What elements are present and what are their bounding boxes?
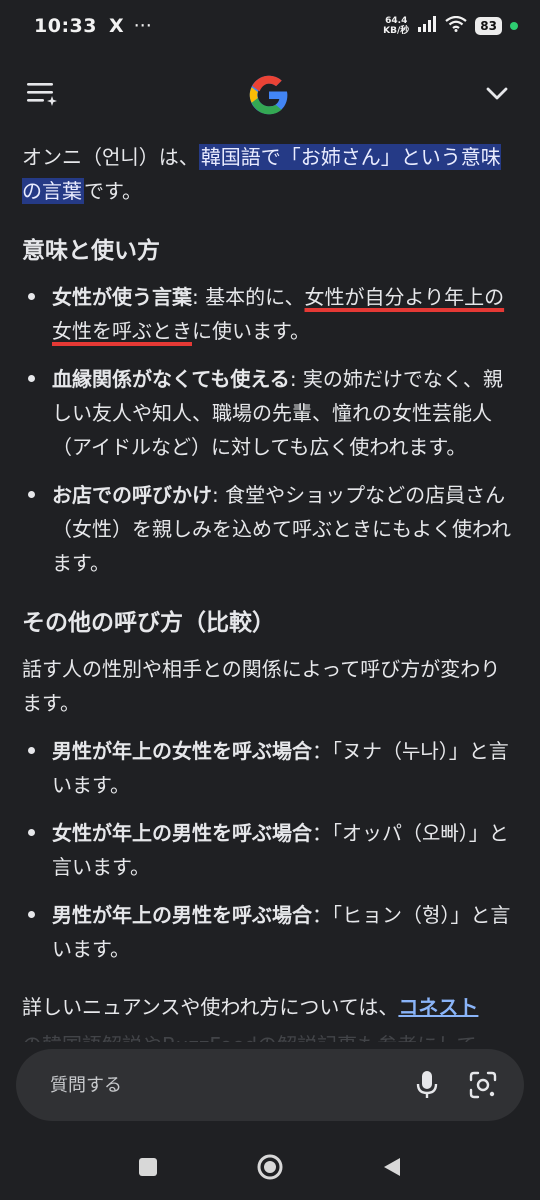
back-button[interactable] [377, 1152, 407, 1182]
triangle-back-icon [384, 1158, 400, 1176]
microphone-icon [416, 1071, 438, 1098]
menu-button[interactable] [24, 76, 60, 112]
battery-indicator: 83 [475, 17, 502, 35]
privacy-dot-icon [510, 22, 518, 30]
signal-icon [417, 15, 437, 37]
ask-input[interactable] [48, 1073, 386, 1097]
collapse-button[interactable] [482, 78, 512, 108]
app-header [0, 60, 540, 130]
voice-search-button[interactable] [412, 1070, 442, 1100]
source-link[interactable]: コネスト [398, 995, 478, 1019]
list-item: 女性が年上の男性を呼ぶ場合：「オッパ（오빠）」と言います。 [28, 816, 518, 884]
ask-bar [16, 1049, 524, 1121]
lens-search-button[interactable] [468, 1070, 498, 1100]
chevron-down-icon [486, 87, 508, 100]
x-app-icon: X [108, 15, 124, 37]
wifi-icon [445, 15, 467, 37]
footer-paragraph: 詳しいニュアンスや使われ方については、コネスト [22, 995, 479, 1019]
comparison-intro: 話す人の性別や相手との関係によって呼び方が変わります。 [22, 657, 501, 715]
meaning-list: 女性が使う言葉: 基本的に、女性が自分より年上の女性を呼ぶときに使います。 血縁… [22, 280, 518, 580]
google-g-logo[interactable] [248, 74, 290, 116]
comparison-list: 男性が年上の女性を呼ぶ場合：「ヌナ（누나）」と言います。 女性が年上の男性を呼ぶ… [22, 734, 518, 966]
section-heading-comparison: その他の呼び方（比較） [22, 610, 275, 636]
list-item: 男性が年上の男性を呼ぶ場合：「ヒョン（형）」と言います。 [28, 898, 518, 966]
square-recents-icon [139, 1158, 157, 1176]
intro-paragraph: オンニ（언니）は、 韓国語で「お姉さん」という意味の言葉 です。 [22, 144, 501, 204]
list-item: 男性が年上の女性を呼ぶ場合：「ヌナ（누나）」と言います。 [28, 734, 518, 802]
answer-content: オンニ（언니）は、 韓国語で「お姉さん」という意味の言葉 です。 意味と使い方 女性… [22, 140, 518, 1042]
section-heading-meaning: 意味と使い方 [22, 238, 160, 264]
network-speed: 64.4 KB/秒 [383, 16, 410, 36]
clock: 10:33 [34, 15, 97, 37]
list-item: 血縁関係がなくても使える: 実の姉だけでなく、親しい友人や知人、職場の先輩、憧れ… [28, 362, 518, 464]
circle-home-icon [257, 1154, 283, 1180]
list-item: 女性が使う言葉: 基本的に、女性が自分より年上の女性を呼ぶときに使います。 [28, 280, 518, 348]
status-bar: 10:33 X ··· 64.4 KB/秒 83 [0, 0, 540, 52]
system-nav-bar [0, 1134, 540, 1200]
list-item: お店での呼びかけ: 食堂やショップなどの店員さん（女性）を親しみを込めて呼ぶとき… [28, 478, 518, 580]
menu-sparkle-icon [27, 83, 57, 106]
google-lens-icon [469, 1071, 497, 1099]
more-notifications-icon: ··· [133, 15, 152, 37]
recents-button[interactable] [133, 1152, 163, 1182]
faded-continuation: の韓国語解説やBuzzFeedの解説記事も参考にして [22, 1028, 518, 1042]
home-button[interactable] [255, 1152, 285, 1182]
